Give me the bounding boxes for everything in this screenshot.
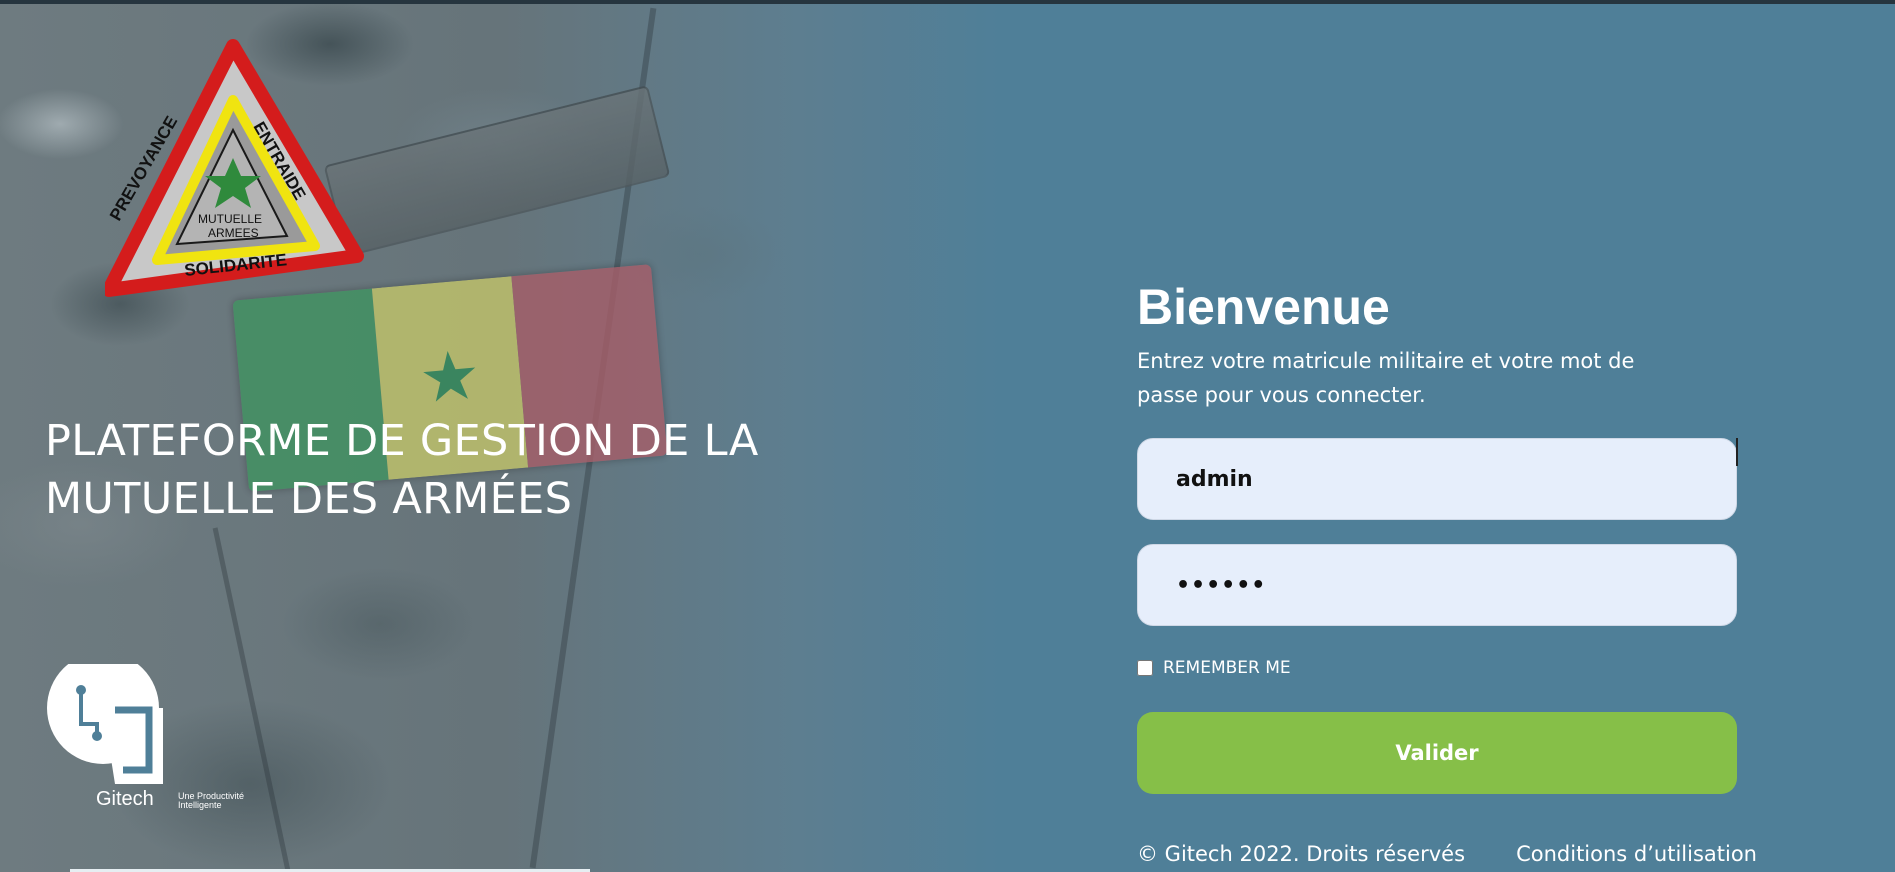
platform-headline: PLATEFORME DE GESTION DE LA MUTUELLE DES… [45, 416, 759, 524]
emblem-text-4: MUTUELLE [198, 212, 262, 226]
login-instructions: Entrez votre matricule militaire et votr… [1137, 349, 1635, 407]
password-input[interactable] [1137, 544, 1737, 626]
login-form: Bienvenue Entrez votre matricule militai… [1137, 276, 1757, 866]
submit-button[interactable]: Valider [1137, 712, 1737, 794]
remember-me-checkbox[interactable] [1137, 660, 1153, 676]
footer: © Gitech 2022. Droits réservés Condition… [1137, 842, 1757, 866]
remember-me-label: REMEMBER ME [1163, 658, 1291, 678]
remember-me[interactable]: REMEMBER ME [1137, 658, 1291, 678]
gitech-name: Gitech [96, 788, 154, 810]
copyright-text: © Gitech 2022. Droits réservés [1137, 842, 1466, 866]
terms-link[interactable]: Conditions d’utilisation [1516, 842, 1757, 866]
gitech-tagline: Une Productivité Intelligente [178, 791, 245, 810]
welcome-title: Bienvenue [1137, 279, 1390, 335]
matricule-input[interactable] [1137, 438, 1737, 520]
mutuelle-armees-emblem: PREVOYANCE ENTRAIDE SOLIDARITE MUTUELLE … [105, 39, 364, 297]
emblem-text-5: ARMEES [208, 226, 259, 240]
star-icon: ★ [416, 335, 484, 420]
text-cursor [1736, 438, 1738, 466]
